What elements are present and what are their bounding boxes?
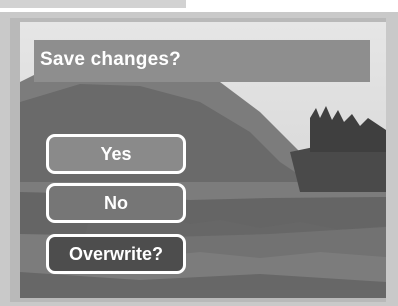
camera-lcd-screen: Save changes? Yes No Overwrite? xyxy=(20,22,386,298)
overwrite-button-label: Overwrite? xyxy=(68,243,164,264)
yes-button-label: Yes xyxy=(100,143,132,164)
yes-button[interactable]: Yes xyxy=(46,134,186,174)
dialog-title-bar: Save changes? xyxy=(34,40,370,82)
overwrite-button[interactable]: Overwrite? xyxy=(46,234,186,274)
dialog-title: Save changes? xyxy=(40,49,181,70)
no-button[interactable]: No xyxy=(46,183,186,223)
top-strip xyxy=(0,0,186,8)
no-button-label: No xyxy=(104,192,128,213)
